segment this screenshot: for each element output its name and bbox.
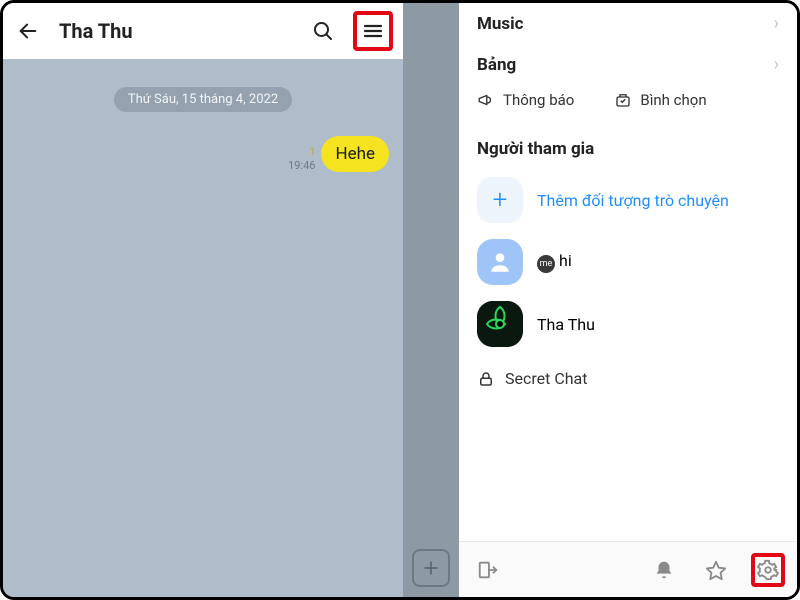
search-button[interactable]: [303, 11, 343, 51]
side-menu-panel: Music › Bảng › Thông báo Bình chọn Người…: [459, 3, 797, 597]
chat-header: Tha Thu: [3, 3, 403, 59]
add-participant-icon: +: [477, 177, 523, 223]
exit-icon: [477, 559, 499, 581]
action-label: Thông báo: [503, 91, 574, 109]
plus-icon: [421, 558, 441, 578]
lock-icon: [477, 370, 495, 388]
megaphone-icon: [477, 91, 495, 109]
menu-item-music[interactable]: Music ›: [459, 3, 797, 44]
participant-row-other[interactable]: Tha Thu: [459, 293, 797, 355]
panel-divider: [403, 3, 459, 597]
unread-count: 1: [288, 147, 315, 159]
menu-item-label: Bảng: [477, 55, 516, 75]
avatar: [477, 301, 523, 347]
vote-action[interactable]: Bình chọn: [614, 91, 706, 109]
message-row: 1 19:46 Hehe: [13, 136, 393, 172]
chat-body: Thứ Sáu, 15 tháng 4, 2022 1 19:46 Hehe: [3, 59, 403, 597]
participant-name: hi: [559, 251, 572, 270]
favorite-button[interactable]: [699, 553, 733, 587]
chat-title: Tha Thu: [59, 19, 287, 43]
me-badge: me: [537, 255, 555, 273]
compose-button[interactable]: [412, 549, 450, 587]
person-icon: [487, 249, 513, 275]
star-icon: [705, 559, 727, 581]
back-button[interactable]: [13, 20, 43, 42]
notifications-button[interactable]: [647, 553, 681, 587]
chevron-right-icon: ›: [774, 54, 779, 75]
participant-name: Tha Thu: [537, 315, 595, 334]
avatar: [477, 239, 523, 285]
action-label: Bình chọn: [640, 91, 706, 109]
vote-icon: [614, 91, 632, 109]
settings-button[interactable]: [751, 553, 785, 587]
secret-chat-label: Secret Chat: [505, 369, 587, 388]
add-participant-row[interactable]: + Thêm đối tượng trò chuyện: [459, 169, 797, 231]
secret-chat-row[interactable]: Secret Chat: [459, 355, 797, 402]
chevron-right-icon: ›: [774, 13, 779, 34]
menu-item-label: Music: [477, 14, 524, 34]
message-meta: 1 19:46: [288, 147, 315, 172]
add-participant-label: Thêm đối tượng trò chuyện: [537, 191, 729, 210]
bell-icon: [653, 559, 675, 581]
menu-button[interactable]: [353, 11, 393, 51]
search-icon: [311, 19, 335, 43]
menu-item-board[interactable]: Bảng ›: [459, 44, 797, 85]
chat-panel: Tha Thu Thứ Sáu, 15 tháng 4, 2022 1 19:4…: [3, 3, 403, 597]
bottom-bar: [459, 541, 797, 597]
date-separator: Thứ Sáu, 15 tháng 4, 2022: [114, 87, 292, 112]
board-actions: Thông báo Bình chọn: [459, 85, 797, 123]
arrow-left-icon: [17, 20, 39, 42]
message-time: 19:46: [288, 159, 315, 172]
message-bubble[interactable]: Hehe: [321, 136, 389, 172]
participants-title: Người tham gia: [459, 123, 797, 169]
avatar-image-icon: [477, 301, 523, 347]
leave-button[interactable]: [471, 553, 505, 587]
participant-label: mehi: [537, 251, 572, 273]
hamburger-icon: [361, 19, 385, 43]
gear-icon: [757, 559, 779, 581]
notify-action[interactable]: Thông báo: [477, 91, 574, 109]
participant-row-me[interactable]: mehi: [459, 231, 797, 293]
